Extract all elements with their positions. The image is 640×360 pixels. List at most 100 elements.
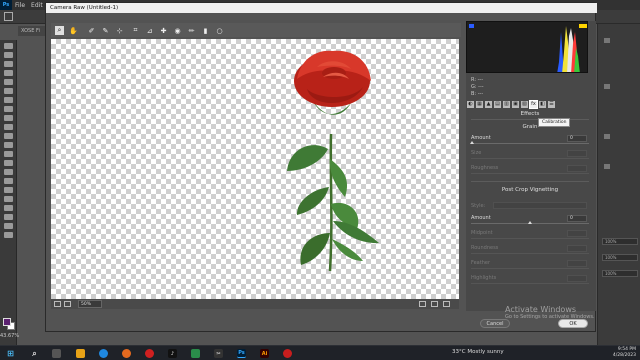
recorder-icon[interactable] (283, 349, 292, 358)
presets-tab-icon[interactable]: ☰ (548, 100, 555, 108)
brush-tool-icon[interactable] (3, 115, 13, 121)
capcut-icon[interactable]: ✂ (214, 349, 223, 358)
ps-document-tab[interactable]: XOSE Fi (18, 26, 48, 36)
healing-tool-icon[interactable] (3, 106, 13, 112)
cancel-button[interactable]: Cancel (480, 319, 510, 328)
pen-tool-icon[interactable] (3, 178, 13, 184)
split-tone-tab-icon[interactable]: ▥ (503, 100, 510, 108)
effects-tab-icon[interactable]: fx (529, 99, 538, 109)
vignette-roundness-row: Roundness (471, 245, 589, 255)
task-view-icon[interactable] (52, 349, 61, 358)
photoshop-taskbar-icon[interactable]: Ps (237, 349, 246, 358)
type-tool-icon[interactable] (3, 187, 13, 193)
tone-curve-tab-icon[interactable]: ▦ (476, 100, 483, 108)
straighten-icon[interactable]: ⊿ (145, 26, 154, 35)
targeted-adjust-icon[interactable]: ⊹ (115, 26, 124, 35)
adjustment-brush-icon[interactable]: ✏ (187, 26, 196, 35)
lasso-tool-icon[interactable] (3, 61, 13, 67)
ok-button[interactable]: OK (558, 319, 588, 328)
camera-raw-dialog: Camera Raw (Untitled-1) ⌕ ✋ ✐ ✎ ⊹ ⌗ ⊿ ✚ … (45, 2, 597, 332)
move-tool-icon[interactable] (3, 43, 13, 49)
panel-icon[interactable] (604, 38, 610, 43)
histogram-g: G: --- (471, 84, 484, 90)
dodge-tool-icon[interactable] (3, 169, 13, 175)
eyedropper-tool-icon[interactable] (3, 97, 13, 103)
grain-roughness-row: Roughness (471, 165, 589, 175)
vignette-midpoint-slider (471, 238, 589, 239)
hsl-tab-icon[interactable]: ▤ (494, 100, 501, 108)
panel-icon[interactable] (604, 164, 610, 169)
zoom-level-select[interactable]: 50% (78, 300, 102, 308)
weather-widget[interactable]: 33°C Mostly sunny (452, 349, 504, 355)
edit-toolbar-icon[interactable] (3, 232, 13, 238)
home-icon[interactable] (4, 12, 13, 21)
select-tool-icon[interactable] (3, 70, 13, 76)
redeye-icon[interactable]: ◉ (173, 26, 182, 35)
fit-view-icon[interactable] (54, 301, 61, 307)
vignette-amount-field[interactable]: 0 (567, 215, 587, 222)
radial-filter-icon[interactable]: ○ (215, 26, 224, 35)
eraser-tool-icon[interactable] (3, 142, 13, 148)
calibration-tab-icon[interactable]: ◧ (539, 100, 546, 108)
marquee-tool-icon[interactable] (3, 52, 13, 58)
panel-icon[interactable] (604, 84, 610, 89)
hand-icon[interactable]: ✋ (69, 26, 78, 35)
hand-tool-icon[interactable] (3, 214, 13, 220)
system-clock[interactable]: 9:54 PM 4/28/2023 (613, 347, 636, 359)
transform-tab-icon[interactable]: ▧ (521, 100, 528, 108)
path-select-icon[interactable] (3, 196, 13, 202)
windows-start-icon[interactable]: ⊞ (6, 349, 15, 358)
menu-file[interactable]: File (15, 2, 25, 9)
grain-amount-thumb[interactable] (470, 141, 474, 144)
vignette-amount-thumb[interactable] (528, 221, 532, 224)
file-explorer-icon[interactable] (76, 349, 85, 358)
before-after-icon[interactable] (419, 301, 426, 307)
grain-size-row: Size (471, 150, 589, 160)
illustrator-taskbar-icon[interactable]: Ai (260, 349, 269, 358)
spot-removal-icon[interactable]: ✚ (159, 26, 168, 35)
spreadsheet-icon[interactable] (191, 349, 200, 358)
crop-icon[interactable]: ⌗ (131, 26, 140, 35)
vignette-highlights-label: Highlights (471, 275, 497, 281)
layer-opacity-field[interactable]: 100% (602, 270, 638, 277)
grain-roughness-field (567, 165, 587, 172)
grain-heading: Grain (522, 124, 538, 130)
shape-tool-icon[interactable] (3, 205, 13, 211)
stamp-tool-icon[interactable] (3, 124, 13, 130)
vignette-feather-row: Feather (471, 260, 589, 270)
grain-size-field (567, 150, 587, 157)
watermark-subtitle: Go to Settings to activate Windows. (505, 314, 595, 320)
firefox-icon[interactable] (122, 349, 131, 358)
copy-settings-icon[interactable] (443, 301, 450, 307)
gradient-tool-icon[interactable] (3, 151, 13, 157)
vignette-amount-label: Amount (471, 215, 491, 221)
panel-icon[interactable] (604, 134, 610, 139)
tiktok-icon[interactable]: ♪ (168, 349, 177, 358)
basic-tab-icon[interactable]: ◐ (467, 100, 474, 108)
detail-tab-icon[interactable]: ▲ (485, 100, 492, 108)
lens-tab-icon[interactable]: ▣ (512, 100, 519, 108)
crop-tool-icon[interactable] (3, 79, 13, 85)
frame-tool-icon[interactable] (3, 88, 13, 94)
zoom-in-icon[interactable] (64, 301, 71, 307)
menu-edit[interactable]: Edit (31, 2, 43, 9)
opacity-field[interactable]: 100% (602, 238, 638, 245)
edge-icon[interactable] (99, 349, 108, 358)
zoom-tool-icon[interactable] (3, 223, 13, 229)
swap-icon[interactable] (431, 301, 438, 307)
zoom-icon[interactable]: ⌕ (55, 26, 64, 35)
grain-amount-slider[interactable] (471, 143, 589, 144)
color-sampler-icon[interactable]: ✎ (101, 26, 110, 35)
blur-tool-icon[interactable] (3, 160, 13, 166)
opera-icon[interactable] (145, 349, 154, 358)
grain-amount-row: Amount 0 (470, 135, 589, 145)
grain-amount-field[interactable]: 0 (567, 135, 587, 142)
white-balance-icon[interactable]: ✐ (87, 26, 96, 35)
image-canvas[interactable] (51, 39, 459, 299)
history-brush-icon[interactable] (3, 133, 13, 139)
search-icon[interactable]: ⌕ (30, 349, 39, 358)
fill-field[interactable]: 100% (602, 254, 638, 261)
foreground-color-swatch[interactable] (3, 318, 11, 326)
graduated-filter-icon[interactable]: ▮ (201, 26, 210, 35)
vignette-roundness-label: Roundness (471, 245, 499, 251)
